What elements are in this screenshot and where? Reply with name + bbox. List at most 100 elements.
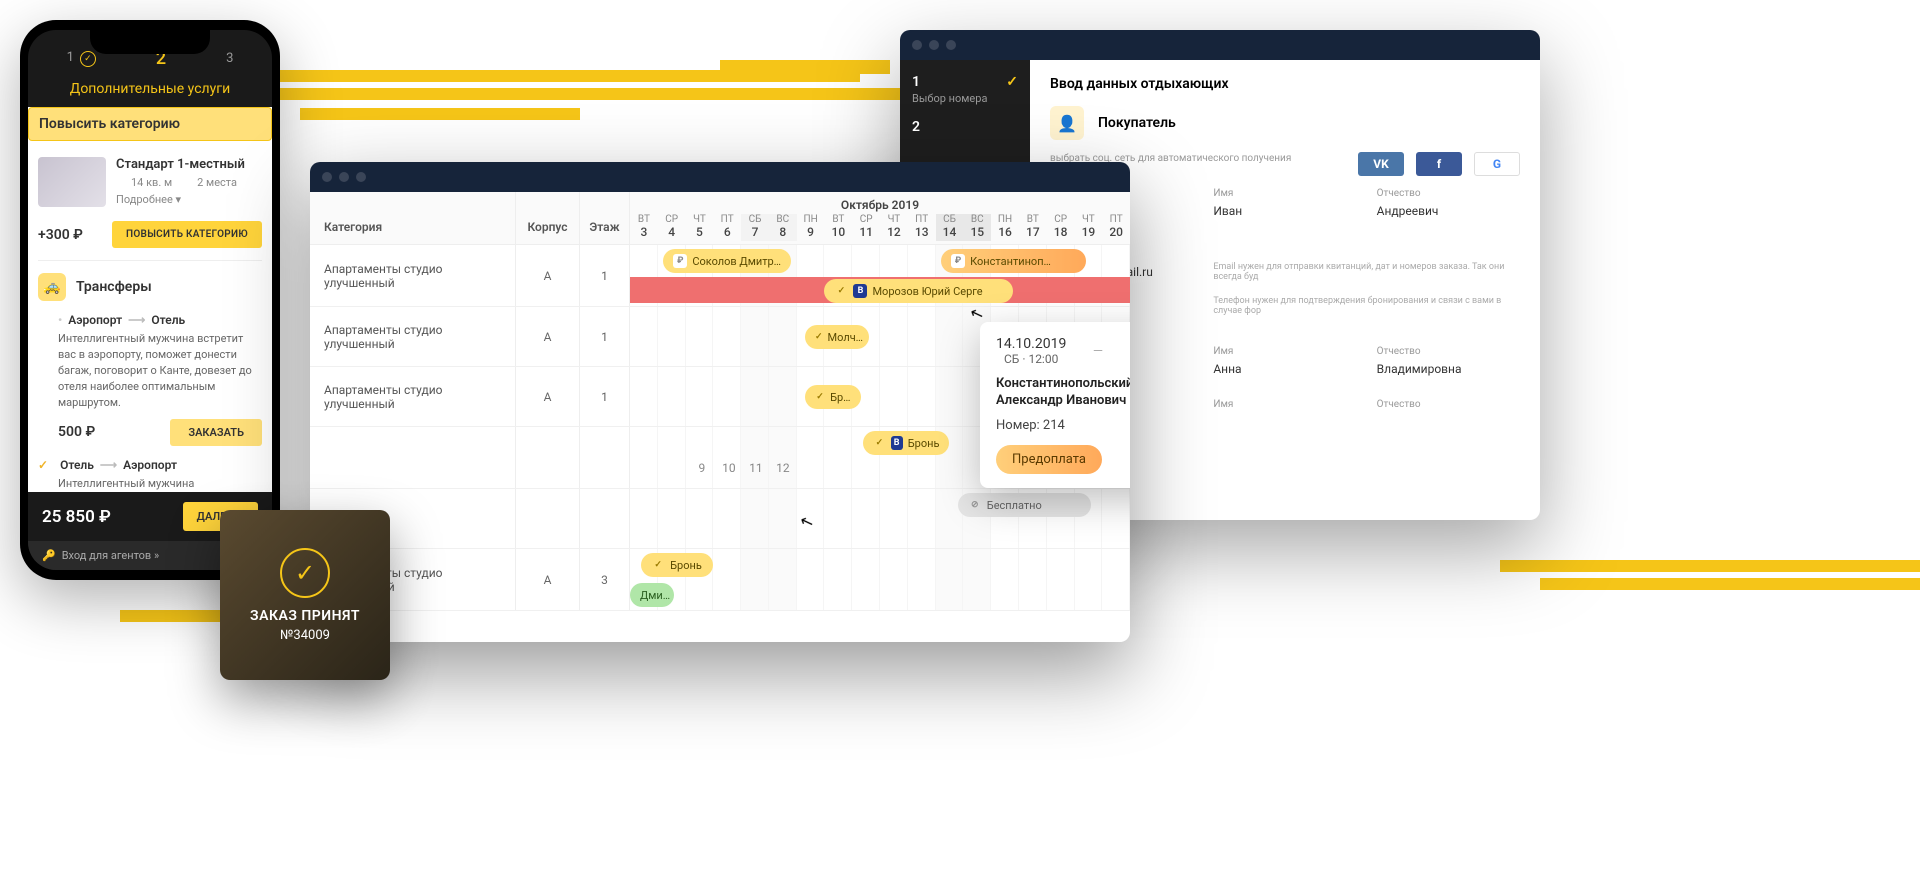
decor-stripe [1500,560,1920,572]
check-circle-icon: ✓ [280,548,330,598]
row-category: Апартаменты студио улучшенный [310,307,516,366]
column-category: Категория [310,192,516,244]
wizard-step-2[interactable]: 2 [912,119,1018,135]
column-floor: Этаж [580,192,630,244]
decor-stripe [300,108,580,120]
popup-guest-name: Константинопольский Александр Иванович [996,376,1130,410]
order-number: №34009 [280,628,330,643]
calendar-row: Апартаменты студио улучшенный A 3 ✓Бронь… [310,549,1130,611]
transfer-route-2[interactable]: Отель ⟶ Аэропорт [58,456,262,476]
booking-bar[interactable]: Дми… [630,583,674,607]
booking-bar[interactable]: ₽Соколов Дмитр… [663,249,791,273]
calendar-day[interactable]: ВТ3 [630,214,658,241]
step-3[interactable]: 3 [226,51,233,66]
calendar-day[interactable]: ЧТ12 [880,214,908,241]
calendar-day[interactable]: СР4 [658,214,686,241]
transfer-desc-1: Интеллигентный мужчина встретит вас в аэ… [58,331,262,411]
patronymic-label: Отчество [1377,188,1520,199]
row-timeline[interactable]: ✓Бронь Дми… [630,549,1130,610]
calendar-day[interactable]: ВС15 [963,214,991,241]
booking-bar[interactable]: ⊘Бесплатно [958,493,1091,517]
booking-bar[interactable]: ✓Бр… [805,385,861,409]
row-building: A [516,367,580,426]
room-photo [38,157,106,207]
calendar-day[interactable]: СР18 [1047,214,1075,241]
transfers-title: Трансферы [76,279,152,295]
row-category: Апартаменты студио улучшенный [310,367,516,426]
row-category [310,427,516,488]
row-building: A [516,245,580,306]
transfer-desc-2: Интеллигентный мужчина [58,476,262,492]
calendar-day[interactable]: ЧТ5 [686,214,714,241]
social-vk-button[interactable]: VK [1358,152,1404,176]
row-timeline[interactable]: ₽Соколов Дмитр… ₽Константиноп… ✓BМорозов Ю… [630,245,1130,306]
g2-patr-input[interactable]: Владимировна [1377,359,1520,379]
decor-stripe [280,88,920,100]
popup-status-badge: Предоплата [996,445,1102,474]
row-floor: 1 [580,307,630,366]
transfer-icon: 🚕 [38,273,66,301]
buyer-label: Покупатель [1098,115,1176,131]
calendar-day[interactable]: ЧТ19 [1075,214,1103,241]
transfer-price-1: 500 ₽ [58,424,95,440]
order-accepted-title: ЗАКАЗ ПРИНЯТ [250,608,360,624]
patronymic-input[interactable]: Андреевич [1377,201,1520,221]
name-label: Имя [1213,188,1356,199]
row-floor: 3 [580,549,630,610]
social-fb-button[interactable]: f [1416,152,1462,176]
booking-popup: 14.10.2019 СБ · 12:00 — 18.10.2019 СР · … [980,322,1130,488]
g2-name-input[interactable]: Анна [1213,359,1356,379]
social-google-button[interactable]: G [1474,152,1520,176]
room-details-link[interactable]: Подробнее ▾ [116,193,245,206]
calendar-day[interactable]: ВС8 [769,214,797,241]
total-amount: 25 850 ₽ [42,507,111,527]
wizard-step-1[interactable]: 1✓ [912,74,1018,90]
name-input[interactable]: Иван [1213,201,1356,221]
cursor-icon [970,304,982,320]
upgrade-button[interactable]: ПОВЫСИТЬ КАТЕГОРИЮ [112,221,262,248]
booking-bar[interactable]: ₽Константиноп… [941,249,1085,273]
booking-bar[interactable]: ✓Бронь [641,553,713,577]
calendar-day[interactable]: СБ7 [741,214,769,241]
row-floor [580,489,630,548]
calendar-row: ⊘Бесплатно [310,489,1130,549]
calendar-month: Октябрь 2019 [630,192,1130,214]
upgrade-price: +300 ₽ [38,227,83,243]
calendar-day[interactable]: СР11 [852,214,880,241]
booking-bar[interactable]: ✓BМорозов Юрий Серге [824,279,1013,303]
room-places: 2 места [182,176,237,189]
room-name: Стандарт 1-местный [116,157,245,172]
popup-date-from: 14.10.2019 [996,336,1066,352]
window-titlebar [900,30,1540,60]
popup-dow-from: СБ · 12:00 [996,352,1066,366]
calendar-day[interactable]: ПТ20 [1102,214,1130,241]
calendar-row: Апартаменты студио улучшенный A 1 ₽Сокол… [310,245,1130,307]
row-building [516,489,580,548]
decor-stripe [1540,578,1920,590]
buyer-icon: 👤 [1050,106,1084,140]
row-building [516,427,580,488]
transfer-route-1[interactable]: • Аэропорт ⟶ Отель [58,311,262,331]
calendar-day[interactable]: ПН9 [797,214,825,241]
calendar-day[interactable]: ПТ6 [713,214,741,241]
column-building: Корпус [516,192,580,244]
calendar-window: Категория Корпус Этаж Октябрь 2019 ВТ3СР… [310,162,1130,642]
calendar-day[interactable]: ВТ17 [1019,214,1047,241]
calendar-day[interactable]: ПТ13 [908,214,936,241]
row-floor: 1 [580,367,630,426]
email-hint: Email нужен для отправки квитанций, дат … [1213,262,1520,282]
row-building: A [516,307,580,366]
popup-room: Номер: 214 [996,418,1130,433]
wizard-title: Дополнительные услуги [28,75,272,107]
row-timeline[interactable]: ⊘Бесплатно [630,489,1130,548]
row-building: A [516,549,580,610]
calendar-day[interactable]: ПН16 [991,214,1019,241]
step-1[interactable]: 1 [67,50,96,67]
booking-bar[interactable]: ✓BБронь [863,431,949,455]
calendar-day[interactable]: ВТ10 [824,214,852,241]
calendar-day[interactable]: СБ14 [936,214,964,241]
availability-numbers: 9101112 [688,461,796,483]
booking-bar[interactable]: ✓Молч… [805,325,869,349]
transfer-order-button[interactable]: ЗАКАЗАТЬ [170,419,262,446]
calendar-days: ВТ3СР4ЧТ5ПТ6СБ7ВС8ПН9ВТ10СР11ЧТ12ПТ13СБ1… [630,214,1130,241]
